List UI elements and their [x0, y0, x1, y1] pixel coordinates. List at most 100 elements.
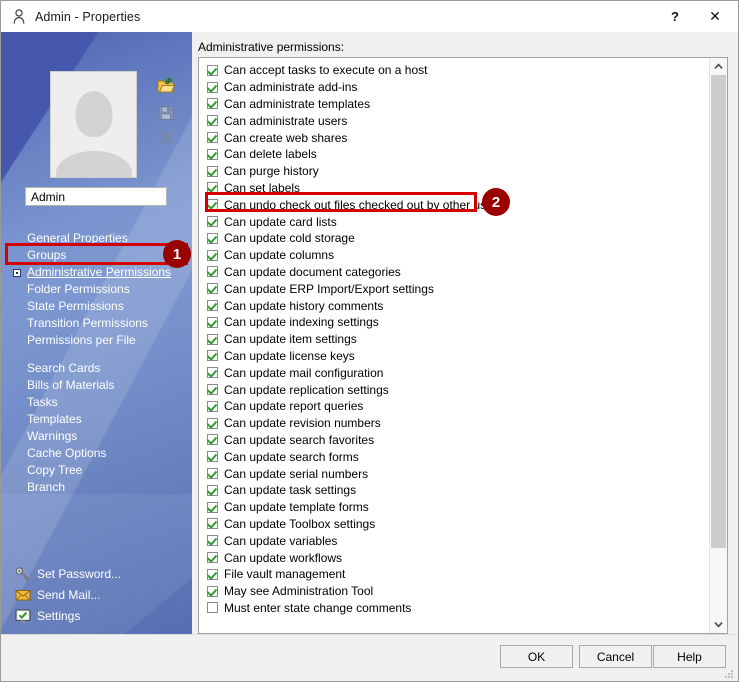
permissions-listbox[interactable]: Can accept tasks to execute on a host Can… [198, 57, 728, 634]
permission-row[interactable]: Can update replication settings [199, 381, 709, 398]
permission-row[interactable]: Can undo check out files checked out by … [199, 196, 709, 213]
ok-button[interactable]: OK [500, 645, 573, 668]
sidebar-item-cache-options[interactable]: Cache Options [1, 445, 192, 462]
permission-row[interactable]: Can update mail configuration [199, 364, 709, 381]
checkbox-checked-icon[interactable] [207, 182, 218, 194]
permission-row[interactable]: Can update document categories [199, 264, 709, 281]
permission-row[interactable]: Can update template forms [199, 499, 709, 516]
bottom-link-label: Send Mail... [37, 587, 101, 602]
checkbox-checked-icon[interactable] [207, 468, 218, 480]
permission-row[interactable]: Can update workflows [199, 549, 709, 566]
cancel-button[interactable]: Cancel [579, 645, 652, 668]
sidebar-item-bills-of-materials[interactable]: Bills of Materials [1, 377, 192, 394]
open-folder-icon[interactable] [157, 77, 176, 95]
permissions-list[interactable]: Can accept tasks to execute on a host Can… [199, 58, 709, 633]
permission-row[interactable]: Can update card lists [199, 213, 709, 230]
checkbox-checked-icon[interactable] [207, 535, 218, 547]
checkbox-checked-icon[interactable] [207, 266, 218, 278]
checkbox-checked-icon[interactable] [207, 367, 218, 379]
bottom-link-set-password[interactable]: Set Password... [15, 563, 185, 584]
permission-row[interactable]: Can create web shares [199, 129, 709, 146]
checkbox-unchecked-icon[interactable] [207, 602, 218, 614]
sidebar-item-copy-tree[interactable]: Copy Tree [1, 462, 192, 479]
checkbox-checked-icon[interactable] [207, 81, 218, 93]
checkbox-checked-icon[interactable] [207, 552, 218, 563]
checkbox-checked-icon[interactable] [207, 434, 218, 446]
sidebar-item-transition-permissions[interactable]: Transition Permissions [1, 315, 192, 332]
permission-row[interactable]: Can update revision numbers [199, 415, 709, 432]
scroll-down-arrow-icon[interactable] [710, 616, 727, 633]
permission-row[interactable]: Can update task settings [199, 482, 709, 499]
permission-row[interactable]: Can update license keys [199, 348, 709, 365]
checkbox-checked-icon[interactable] [207, 350, 218, 362]
permission-row[interactable]: Can update search forms [199, 448, 709, 465]
permission-row[interactable]: Can update columns [199, 247, 709, 264]
permission-row[interactable]: Must enter state change comments [199, 600, 709, 617]
permission-row[interactable]: Can administrate templates [199, 96, 709, 113]
permission-row[interactable]: Can update history comments [199, 297, 709, 314]
permission-row[interactable]: Can update serial numbers [199, 465, 709, 482]
permission-row[interactable]: Can accept tasks to execute on a host [199, 62, 709, 79]
scrollbar-thumb[interactable] [711, 75, 726, 549]
checkbox-checked-icon[interactable] [207, 232, 218, 244]
permission-row[interactable]: Can purge history [199, 163, 709, 180]
checkbox-checked-icon[interactable] [207, 300, 218, 312]
checkbox-checked-icon[interactable] [207, 283, 218, 295]
user-name-input[interactable] [25, 187, 167, 206]
bottom-link-send-mail[interactable]: Send Mail... [15, 584, 185, 605]
checkbox-checked-icon[interactable] [207, 132, 218, 144]
checkbox-checked-icon[interactable] [207, 518, 218, 530]
titlebar-help-button[interactable]: ? [655, 1, 695, 32]
checkbox-checked-icon[interactable] [207, 417, 218, 429]
checkbox-checked-icon[interactable] [207, 568, 218, 580]
checkbox-checked-icon[interactable] [207, 148, 218, 160]
checkbox-checked-icon[interactable] [207, 249, 218, 261]
permission-row[interactable]: Can set labels [199, 180, 709, 197]
checkbox-checked-icon[interactable] [207, 400, 218, 412]
permission-row[interactable]: May see Administration Tool [199, 583, 709, 600]
sidebar-item-permissions-per-file[interactable]: Permissions per File [1, 332, 192, 349]
checkbox-checked-icon[interactable] [207, 216, 218, 228]
sidebar-item-general-properties[interactable]: General Properties [1, 230, 192, 247]
help-button[interactable]: Help [653, 645, 726, 668]
checkbox-checked-icon[interactable] [207, 64, 218, 76]
checkbox-checked-icon[interactable] [207, 165, 218, 177]
permission-row[interactable]: Can update item settings [199, 331, 709, 348]
checkbox-checked-icon[interactable] [207, 585, 218, 597]
checkbox-checked-icon[interactable] [207, 98, 218, 110]
scrollbar-track[interactable] [710, 75, 727, 616]
permission-row[interactable]: Can update cold storage [199, 230, 709, 247]
checkbox-checked-icon[interactable] [207, 384, 218, 396]
checkbox-checked-icon[interactable] [207, 484, 218, 496]
sidebar-item-administrative-permissions[interactable]: Administrative Permissions [1, 264, 192, 281]
close-icon[interactable]: ✕ [695, 1, 735, 32]
permission-row[interactable]: Can update Toolbox settings [199, 516, 709, 533]
permission-row[interactable]: File vault management [199, 566, 709, 583]
checkbox-checked-icon[interactable] [207, 199, 218, 211]
checkbox-checked-icon[interactable] [207, 316, 218, 328]
permission-row[interactable]: Can update report queries [199, 398, 709, 415]
sidebar-item-warnings[interactable]: Warnings [1, 428, 192, 445]
bottom-link-settings[interactable]: Settings [15, 605, 185, 626]
checkbox-checked-icon[interactable] [207, 501, 218, 513]
permission-row[interactable]: Can delete labels [199, 146, 709, 163]
resize-grip-icon[interactable] [724, 668, 734, 678]
vertical-scrollbar[interactable] [709, 58, 727, 633]
permission-row[interactable]: Can update variables [199, 532, 709, 549]
checkbox-checked-icon[interactable] [207, 451, 218, 463]
permission-row[interactable]: Can administrate users [199, 112, 709, 129]
permission-row[interactable]: Can administrate add-ins [199, 79, 709, 96]
checkbox-checked-icon[interactable] [207, 115, 218, 127]
permission-row[interactable]: Can update indexing settings [199, 314, 709, 331]
sidebar-item-search-cards[interactable]: Search Cards [1, 360, 192, 377]
sidebar-item-groups[interactable]: Groups [1, 247, 192, 264]
checkbox-checked-icon[interactable] [207, 333, 218, 345]
sidebar-item-state-permissions[interactable]: State Permissions [1, 298, 192, 315]
sidebar-item-folder-permissions[interactable]: Folder Permissions [1, 281, 192, 298]
scroll-up-arrow-icon[interactable] [710, 58, 727, 75]
permission-row[interactable]: Can update ERP Import/Export settings [199, 280, 709, 297]
sidebar-item-templates[interactable]: Templates [1, 411, 192, 428]
sidebar-item-tasks[interactable]: Tasks [1, 394, 192, 411]
permission-row[interactable]: Can update search favorites [199, 432, 709, 449]
sidebar-item-branch[interactable]: Branch [1, 479, 192, 496]
